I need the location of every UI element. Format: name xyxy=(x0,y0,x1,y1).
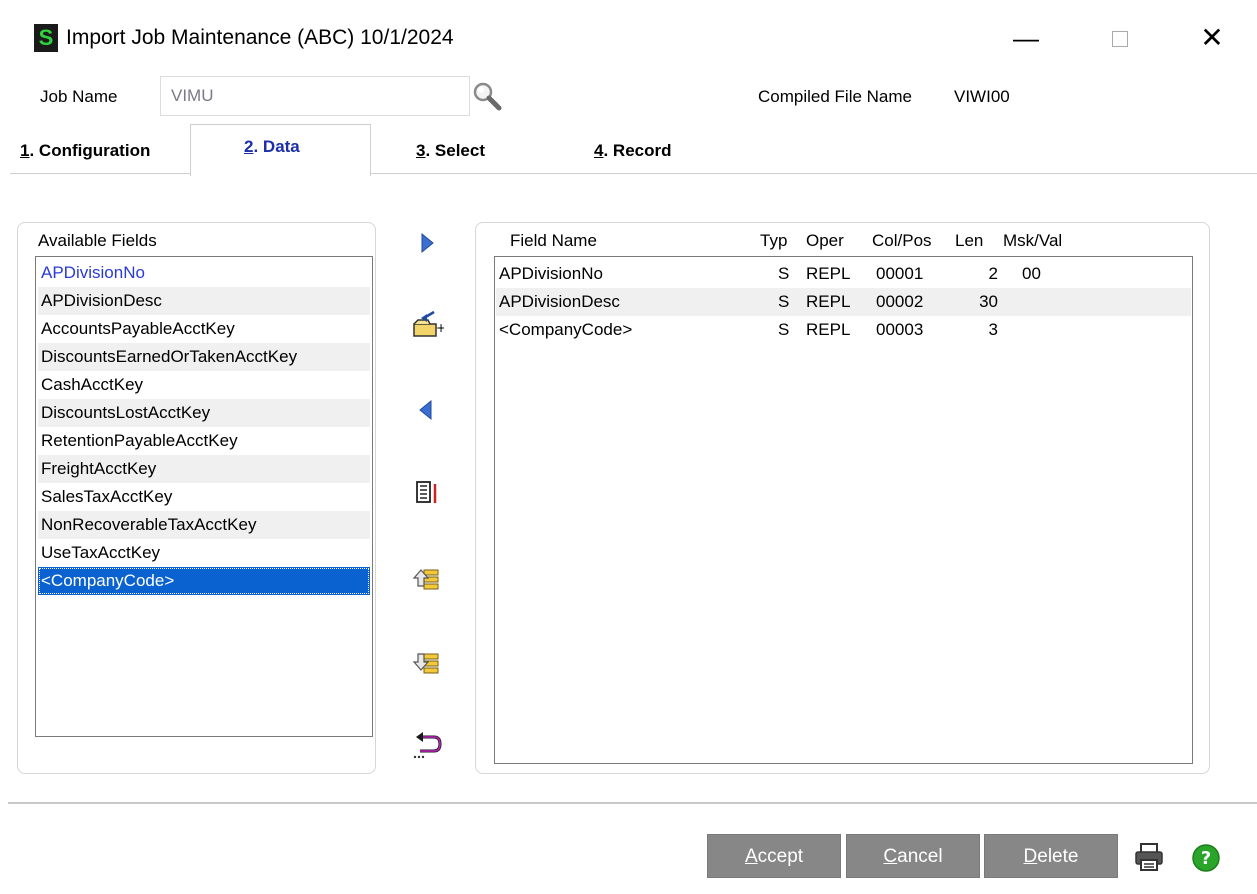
move-down-icon[interactable] xyxy=(410,646,444,680)
compiled-file-name-value: VIWI00 xyxy=(954,87,1010,106)
edit-field-icon[interactable] xyxy=(410,476,444,510)
cell-field-name: <CompanyCode> xyxy=(499,320,633,339)
column-header-mskval: Msk/Val xyxy=(1003,231,1063,250)
list-item[interactable]: SalesTaxAcctKey xyxy=(38,483,370,511)
column-header-len: Len xyxy=(955,231,984,250)
minimize-button[interactable]: — xyxy=(1006,22,1046,54)
cell-colpos: 00002 xyxy=(876,292,924,311)
cell-colpos: 00003 xyxy=(876,320,924,339)
add-field-arrow-icon[interactable] xyxy=(410,228,444,262)
help-icon[interactable]: ? xyxy=(1191,843,1221,873)
list-item[interactable]: UseTaxAcctKey xyxy=(38,539,370,567)
move-up-icon[interactable] xyxy=(410,562,444,596)
tab-select[interactable]: 3. Select xyxy=(416,140,485,162)
window-title: Import Job Maintenance (ABC) 10/1/2024 xyxy=(66,26,454,49)
cell-mskval: 00 xyxy=(1022,264,1041,283)
cell-typ: S xyxy=(778,320,790,339)
bottom-divider xyxy=(8,802,1257,804)
column-header-field-name: Field Name xyxy=(510,231,597,250)
cell-oper: REPL xyxy=(806,264,851,283)
list-item-selected[interactable]: <CompanyCode> xyxy=(38,567,370,595)
available-fields-label: Available Fields xyxy=(38,231,157,250)
app-logo-icon: S xyxy=(34,24,58,52)
cell-oper: REPL xyxy=(806,320,851,339)
column-header-typ: Typ xyxy=(760,231,788,250)
list-item[interactable]: FreightAcctKey xyxy=(38,455,370,483)
cell-colpos: 00001 xyxy=(876,264,924,283)
cancel-button[interactable]: Cancel xyxy=(846,834,980,878)
compiled-file-name-label: Compiled File Name xyxy=(758,87,912,106)
lookup-magnifier-icon[interactable] xyxy=(470,80,504,114)
column-header-colpos: Col/Pos xyxy=(872,231,932,250)
cell-len: 3 xyxy=(988,320,998,339)
maximize-icon xyxy=(1112,31,1128,47)
accept-button[interactable]: Accept xyxy=(707,834,841,878)
tab-divider xyxy=(10,173,191,174)
add-all-fields-icon[interactable]: + xyxy=(410,308,446,342)
cell-field-name: APDivisionDesc xyxy=(499,292,620,311)
table-row[interactable]: <CompanyCode> S REPL 00003 3 xyxy=(496,316,1191,344)
list-item[interactable]: AccountsPayableAcctKey xyxy=(38,315,370,343)
list-item[interactable]: DiscountsLostAcctKey xyxy=(38,399,370,427)
remove-field-arrow-icon[interactable] xyxy=(410,394,444,428)
delete-button[interactable]: Delete xyxy=(984,834,1118,878)
cell-len: 30 xyxy=(979,292,998,311)
tab-configuration[interactable]: 1. Configuration xyxy=(20,140,150,162)
printer-icon[interactable] xyxy=(1132,840,1166,874)
list-item[interactable]: NonRecoverableTaxAcctKey xyxy=(38,511,370,539)
job-name-label: Job Name xyxy=(40,87,118,106)
column-header-oper: Oper xyxy=(806,231,844,250)
tab-divider xyxy=(370,173,1257,174)
cell-oper: REPL xyxy=(806,292,851,311)
svg-text:?: ? xyxy=(1201,848,1211,869)
cell-field-name: APDivisionNo xyxy=(499,264,603,283)
list-item[interactable]: CashAcctKey xyxy=(38,371,370,399)
maximize-button[interactable] xyxy=(1100,22,1140,54)
close-button[interactable]: ✕ xyxy=(1192,22,1232,54)
cell-typ: S xyxy=(778,292,790,311)
table-row[interactable]: APDivisionNo S REPL 00001 2 00 xyxy=(496,260,1191,288)
tab-record[interactable]: 4. Record xyxy=(594,140,672,162)
job-name-input[interactable] xyxy=(160,76,470,116)
cell-typ: S xyxy=(778,264,790,283)
list-item[interactable]: RetentionPayableAcctKey xyxy=(38,427,370,455)
tab-data[interactable]: 2. Data xyxy=(244,136,300,158)
list-item[interactable]: APDivisionNo xyxy=(38,259,370,287)
list-item[interactable]: DiscountsEarnedOrTakenAcctKey xyxy=(38,343,370,371)
cell-len: 2 xyxy=(988,264,998,283)
available-fields-list[interactable]: APDivisionNo APDivisionDesc AccountsPaya… xyxy=(35,256,373,737)
table-row[interactable]: APDivisionDesc S REPL 00002 30 xyxy=(496,288,1191,316)
undo-icon[interactable] xyxy=(410,728,444,762)
svg-text:+: + xyxy=(436,321,444,335)
record-fields-grid[interactable]: APDivisionNo S REPL 00001 2 00 APDivisio… xyxy=(494,256,1193,764)
list-item[interactable]: APDivisionDesc xyxy=(38,287,370,315)
